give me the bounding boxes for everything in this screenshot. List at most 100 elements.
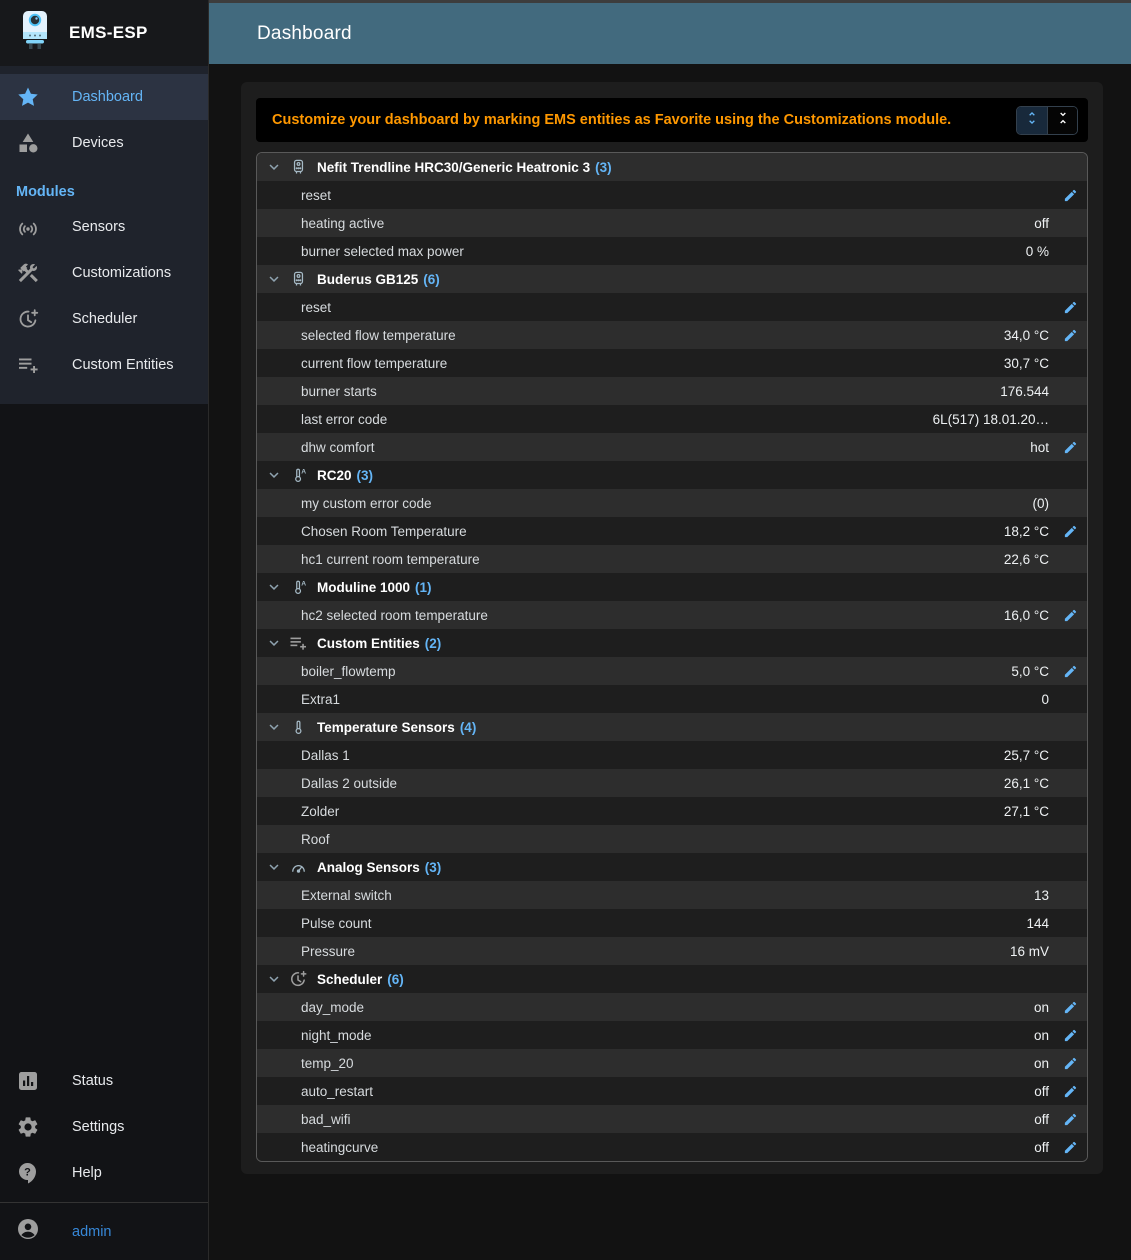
sidebar-item-status[interactable]: Status (0, 1058, 208, 1104)
entity-row-temp-20: temp_20on (257, 1049, 1087, 1077)
group-header-buderus-gb125[interactable]: Buderus GB125(6) (257, 265, 1087, 293)
sidebar-item-label: Dashboard (72, 89, 143, 105)
sidebar-item-settings[interactable]: Settings (0, 1104, 208, 1150)
group-header-custom-entities[interactable]: Custom Entities(2) (257, 629, 1087, 657)
entity-name: Chosen Room Temperature (301, 524, 467, 539)
sidebar-item-dashboard[interactable]: Dashboard (0, 74, 208, 120)
entity-name: Roof (301, 832, 330, 847)
sidebar-item-label: Scheduler (72, 311, 137, 327)
edit-pencil-icon[interactable] (1059, 326, 1081, 344)
edit-pencil-icon[interactable] (1059, 186, 1081, 204)
entity-name: hc2 selected room temperature (301, 608, 488, 623)
clock-plus-icon (16, 307, 40, 331)
collapse-all-button[interactable] (1047, 107, 1077, 134)
unfold-more-icon (1024, 110, 1040, 131)
construction-icon (16, 261, 40, 285)
entity-name: Extra1 (301, 692, 340, 707)
edit-pencil-slot (1059, 494, 1081, 512)
notice-text: Customize your dashboard by marking EMS … (272, 112, 951, 128)
edit-pencil-icon[interactable] (1059, 1110, 1081, 1128)
chevron-down-icon (265, 270, 283, 288)
group-header-nefit-trendline-hrc30-generic-heatronic-3[interactable]: Nefit Trendline HRC30/Generic Heatronic … (257, 153, 1087, 181)
analytics-icon (16, 1069, 40, 1093)
group-count: (1) (415, 580, 432, 595)
edit-pencil-slot (1059, 382, 1081, 400)
edit-pencil-icon[interactable] (1059, 662, 1081, 680)
sidebar-item-label: Custom Entities (72, 357, 174, 373)
sidebar-item-label: Sensors (72, 219, 125, 235)
sidebar-item-label: Settings (72, 1119, 124, 1135)
edit-pencil-icon[interactable] (1059, 998, 1081, 1016)
entity-row-current-flow-temperature: current flow temperature30,7 °C (257, 349, 1087, 377)
group-name: Scheduler (317, 972, 382, 987)
chevron-down-icon (265, 634, 283, 652)
group-header-moduline-1000[interactable]: AModuline 1000(1) (257, 573, 1087, 601)
entity-value: 16 mV (1010, 944, 1049, 959)
clock-plus-icon (288, 969, 308, 989)
sidebar-item-help[interactable]: ?Help (0, 1150, 208, 1196)
thermostat-auto-icon: A (288, 465, 308, 485)
edit-pencil-icon[interactable] (1059, 1138, 1081, 1156)
edit-pencil-slot (1059, 354, 1081, 372)
group-header-temperature-sensors[interactable]: Temperature Sensors(4) (257, 713, 1087, 741)
entity-value: off (1034, 216, 1049, 231)
entity-value: off (1034, 1112, 1049, 1127)
entity-value: 27,1 °C (1004, 804, 1049, 819)
help-bubble-icon: ? (16, 1161, 40, 1185)
group-header-scheduler[interactable]: Scheduler(6) (257, 965, 1087, 993)
edit-pencil-icon[interactable] (1059, 298, 1081, 316)
edit-pencil-icon[interactable] (1059, 438, 1081, 456)
dashboard-table: Nefit Trendline HRC30/Generic Heatronic … (256, 152, 1088, 1162)
entity-name: reset (301, 188, 331, 203)
edit-pencil-slot (1059, 214, 1081, 232)
entity-value: 22,6 °C (1004, 552, 1049, 567)
entity-name: burner selected max power (301, 244, 464, 259)
entity-row-night-mode: night_modeon (257, 1021, 1087, 1049)
edit-pencil-slot (1059, 746, 1081, 764)
boiler-icon (288, 157, 308, 177)
group-header-analog-sensors[interactable]: Analog Sensors(3) (257, 853, 1087, 881)
group-header-rc20[interactable]: ARC20(3) (257, 461, 1087, 489)
entity-row-reset: reset (257, 293, 1087, 321)
sidebar-item-custom-entities[interactable]: Custom Entities (0, 342, 208, 388)
edit-pencil-icon[interactable] (1059, 1054, 1081, 1072)
entity-name: heatingcurve (301, 1140, 378, 1155)
entity-value: 6L(517) 18.01.20… (933, 412, 1049, 427)
entity-name: Dallas 2 outside (301, 776, 397, 791)
sidebar-item-admin[interactable]: admin (0, 1203, 208, 1260)
edit-pencil-icon[interactable] (1059, 522, 1081, 540)
group-name: RC20 (317, 468, 352, 483)
group-name: Moduline 1000 (317, 580, 410, 595)
svg-text:?: ? (24, 1167, 31, 1179)
entity-value: on (1034, 1028, 1049, 1043)
sidebar-item-devices[interactable]: Devices (0, 120, 208, 166)
sidebar-item-sensors[interactable]: Sensors (0, 204, 208, 250)
entity-value: 0 (1041, 692, 1049, 707)
entity-row-last-error-code: last error code6L(517) 18.01.20… (257, 405, 1087, 433)
entity-value: 144 (1026, 916, 1049, 931)
chevron-down-icon (265, 718, 283, 736)
entity-name: burner starts (301, 384, 377, 399)
entity-row-hc1-current-room-temperature: hc1 current room temperature22,6 °C (257, 545, 1087, 573)
expand-all-button[interactable] (1017, 107, 1047, 134)
entity-row-pulse-count: Pulse count144 (257, 909, 1087, 937)
edit-pencil-icon[interactable] (1059, 606, 1081, 624)
edit-pencil-slot (1059, 550, 1081, 568)
entity-value: 30,7 °C (1004, 356, 1049, 371)
entity-row-dallas-2-outside: Dallas 2 outside26,1 °C (257, 769, 1087, 797)
group-name: Temperature Sensors (317, 720, 455, 735)
playlist-add-icon (16, 353, 40, 377)
entity-value: 13 (1034, 888, 1049, 903)
edit-pencil-icon[interactable] (1059, 1026, 1081, 1044)
sidebar-item-scheduler[interactable]: Scheduler (0, 296, 208, 342)
group-count: (3) (595, 160, 612, 175)
sensors-icon (16, 215, 40, 239)
entity-value: off (1034, 1084, 1049, 1099)
entity-name: selected flow temperature (301, 328, 456, 343)
star-icon (16, 85, 40, 109)
sidebar-item-customizations[interactable]: Customizations (0, 250, 208, 296)
edit-pencil-icon[interactable] (1059, 1082, 1081, 1100)
edit-pencil-slot (1059, 802, 1081, 820)
entity-name: my custom error code (301, 496, 432, 511)
main-area: Dashboard Customize your dashboard by ma… (209, 0, 1131, 1260)
